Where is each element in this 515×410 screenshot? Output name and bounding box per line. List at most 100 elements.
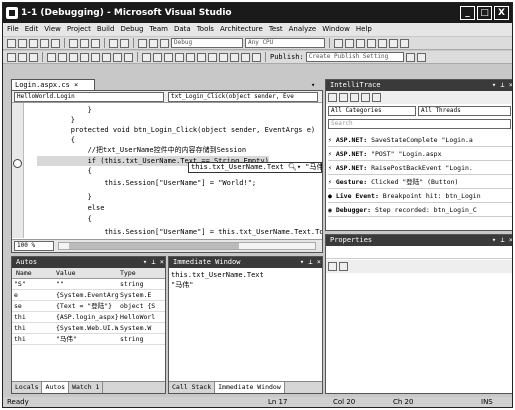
open-log-icon[interactable] <box>350 93 359 102</box>
menu-test[interactable]: Test <box>269 23 283 36</box>
menu-edit[interactable]: Edit <box>25 23 39 36</box>
redo-icon[interactable] <box>120 38 129 48</box>
open-file-icon[interactable] <box>29 38 38 48</box>
solution-config-combo[interactable]: Debug <box>171 38 243 48</box>
method-combo[interactable]: txt_Login_Click(object sender, Eve <box>168 92 318 102</box>
hex-display-icon[interactable] <box>230 52 239 62</box>
find-icon[interactable] <box>334 38 343 48</box>
minimize-button[interactable]: _ <box>460 6 475 20</box>
quick-info-icon[interactable] <box>175 52 184 62</box>
menu-view[interactable]: View <box>44 23 61 36</box>
calls-view-icon[interactable] <box>339 93 348 102</box>
trace-event-row[interactable]: ⚡ ASP.NET: RaisePostBackEvent "Login. <box>328 162 512 175</box>
threads-icon[interactable] <box>241 52 250 62</box>
categories-combo[interactable]: All Categories <box>328 106 416 116</box>
column-header-value[interactable]: Value <box>56 268 76 279</box>
prev-bookmark-icon[interactable] <box>102 52 111 62</box>
menu-debug[interactable]: Debug <box>120 23 143 36</box>
scrollbar-thumb[interactable] <box>69 243 239 249</box>
trace-event-row[interactable]: ⚡ ASP.NET: "POST" "Login.aspx <box>328 148 512 161</box>
list-members-icon[interactable] <box>208 52 217 62</box>
breakpoint-marker-icon[interactable] <box>13 159 22 168</box>
tab-immediate-window[interactable]: Immediate Window <box>215 382 285 393</box>
navigate-back-icon[interactable] <box>138 38 147 48</box>
menu-window[interactable]: Window <box>322 23 350 36</box>
panel-pin-icon[interactable]: ▾ ⊥ × <box>492 80 512 91</box>
horizontal-scrollbar[interactable] <box>58 242 316 250</box>
autos-row[interactable]: thi {System.Web.UI.W System.W <box>12 323 165 334</box>
undo-icon[interactable] <box>109 38 118 48</box>
panel-pin-icon[interactable]: ▾ ⊥ × <box>492 235 512 246</box>
panel-pin-icon[interactable]: ▾ ⊥ × <box>143 257 164 268</box>
comment-icon[interactable] <box>47 52 56 62</box>
step-into-icon[interactable] <box>7 52 16 62</box>
publish-options-icon[interactable] <box>416 52 426 62</box>
menu-tools[interactable]: Tools <box>197 23 214 36</box>
solution-explorer-icon[interactable] <box>345 38 354 48</box>
maximize-button[interactable]: □ <box>477 6 492 20</box>
paste-icon[interactable] <box>91 38 100 48</box>
copy-icon[interactable] <box>80 38 89 48</box>
autos-row[interactable]: thi "马伟" string <box>12 334 165 345</box>
tab-watch-1[interactable]: Watch 1 <box>69 382 104 393</box>
tab-call-stack[interactable]: Call Stack <box>169 382 216 393</box>
continue-icon[interactable] <box>160 38 169 48</box>
new-project-icon[interactable] <box>7 38 16 48</box>
column-header-name[interactable]: Name <box>16 268 32 279</box>
trace-event-row[interactable]: ● Live Event: Breakpoint hit: btn_Login <box>328 190 512 203</box>
step-over-icon[interactable] <box>18 52 27 62</box>
solution-platform-combo[interactable]: Any CPU <box>245 38 325 48</box>
class-combo[interactable]: HelloWorld.Login <box>14 92 164 102</box>
editor-tab-login-aspx-cs[interactable]: Login.aspx.cs × <box>11 79 95 90</box>
magnifier-icon[interactable]: 🔍︎▾ <box>288 163 301 171</box>
trace-event-row[interactable]: ⚡ Gesture: Clicked "登陆" (Button) <box>328 176 512 189</box>
column-header-type[interactable]: Type <box>120 268 136 279</box>
cut-icon[interactable] <box>69 38 78 48</box>
data-tip[interactable]: this.txt_UserName.Text 🔍︎▾ "马伟" <box>188 162 322 173</box>
zoom-combo[interactable]: 100 % <box>14 241 54 251</box>
alphabetical-icon[interactable] <box>339 262 348 271</box>
menu-help[interactable]: Help <box>356 23 372 36</box>
search-input[interactable]: Search <box>328 119 511 129</box>
close-button[interactable]: X <box>494 6 509 20</box>
show-whitespace-icon[interactable] <box>164 52 173 62</box>
autos-row[interactable]: e {System.EventArgs} System.E <box>12 290 165 301</box>
stop-icon[interactable] <box>389 38 398 48</box>
properties-icon[interactable] <box>356 38 365 48</box>
publish-web-icon[interactable] <box>405 52 415 62</box>
editor-gutter[interactable] <box>12 103 24 238</box>
step-out-icon[interactable] <box>29 52 38 62</box>
breakpoint-icon[interactable] <box>219 52 228 62</box>
panel-pin-icon[interactable]: ▾ ⊥ × <box>300 257 321 268</box>
menu-project[interactable]: Project <box>67 23 91 36</box>
navigate-forward-icon[interactable] <box>149 38 158 48</box>
immediate-text-area[interactable]: this.txt_UserName.Text "马伟" <box>169 268 322 381</box>
autos-row[interactable]: "S" "" string <box>12 279 165 290</box>
complete-word-icon[interactable] <box>197 52 206 62</box>
uncomment-icon[interactable] <box>58 52 67 62</box>
add-item-icon[interactable] <box>18 38 27 48</box>
tab-locals[interactable]: Locals <box>12 382 43 393</box>
format-icon[interactable] <box>142 52 151 62</box>
modules-icon[interactable] <box>252 52 261 62</box>
threads-combo[interactable]: All Threads <box>418 106 511 116</box>
tab-autos[interactable]: Autos <box>42 382 70 393</box>
restart-icon[interactable] <box>400 38 409 48</box>
autos-row[interactable]: thi {ASP.login_aspx} HelloWorl <box>12 312 165 323</box>
menu-analyze[interactable]: Analyze <box>289 23 317 36</box>
publish-settings-combo[interactable]: Create Publish Setting <box>305 52 404 62</box>
trace-event-row[interactable]: ◉ Debugger: Step recorded: btn_Login_C <box>328 204 512 217</box>
menu-file[interactable]: File <box>7 23 19 36</box>
autos-row[interactable]: se {Text = "登陆"} object {S <box>12 301 165 312</box>
word-wrap-icon[interactable] <box>153 52 162 62</box>
indent-icon[interactable] <box>69 52 78 62</box>
clear-bookmarks-icon[interactable] <box>124 52 133 62</box>
menu-team[interactable]: Team <box>149 23 168 36</box>
save-all-icon[interactable] <box>51 38 60 48</box>
events-view-icon[interactable] <box>328 93 337 102</box>
bookmark-icon[interactable] <box>91 52 100 62</box>
document-list-dropdown-icon[interactable]: ▾ <box>311 81 315 89</box>
code-area[interactable]: } } protected void btn_Login_Click(objec… <box>25 103 322 238</box>
pause-icon[interactable] <box>378 38 387 48</box>
properties-selector[interactable] <box>326 246 512 259</box>
